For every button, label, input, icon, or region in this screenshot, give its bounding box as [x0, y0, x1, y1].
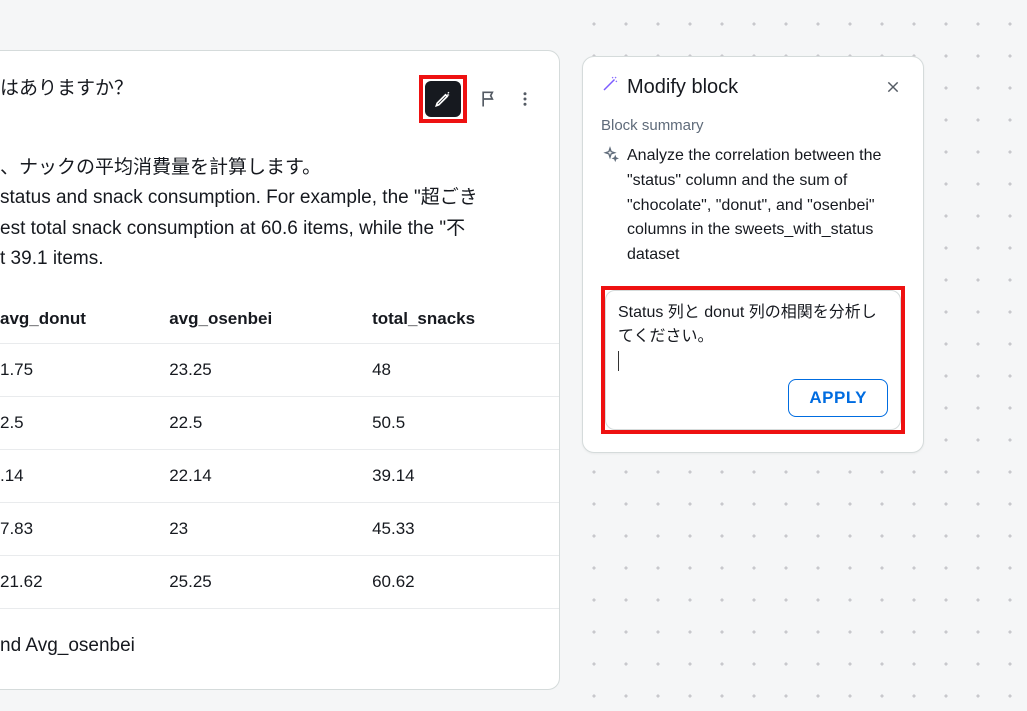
analysis-body-text: 、ナックの平均消費量を計算します。 status and snack consu…: [0, 123, 559, 295]
sparkle-icon: [601, 146, 619, 173]
table-header-row: avg_donut avg_osenbei total_snacks: [0, 295, 559, 344]
wand-icon: [601, 75, 619, 99]
cell: 60.62: [356, 555, 559, 608]
apply-button[interactable]: APPLY: [788, 379, 888, 417]
table-row: 21.62 25.25 60.62: [0, 555, 559, 608]
input-area-highlight: Status 列と donut 列の相関を分析してください。 APPLY: [601, 286, 905, 434]
panel-title-text: Modify block: [627, 76, 738, 99]
flag-icon: [479, 89, 499, 109]
block-summary-text: Analyze the correlation between the "sta…: [627, 144, 905, 268]
apply-row: APPLY: [618, 379, 888, 417]
panel-header: Modify block: [601, 75, 905, 99]
cell: 45.33: [356, 502, 559, 555]
modify-input-box: Status 列と donut 列の相関を分析してください。 APPLY: [605, 290, 901, 430]
table-row: 2.5 22.5 50.5: [0, 396, 559, 449]
cell: 23.25: [153, 343, 356, 396]
cell: 22.5: [153, 396, 356, 449]
close-icon: [885, 79, 901, 95]
col-total-snacks: total_snacks: [356, 295, 559, 344]
card-header-actions: [419, 75, 539, 123]
pencil-sparkle-icon: [433, 89, 453, 109]
analysis-card: はありますか？: [0, 50, 560, 690]
flag-button[interactable]: [475, 85, 503, 113]
edit-button-highlight: [419, 75, 467, 123]
table-row: 1.75 23.25 48: [0, 343, 559, 396]
cell: 23: [153, 502, 356, 555]
cell: 22.14: [153, 449, 356, 502]
modify-block-panel: Modify block Block summary Analyze the c…: [582, 56, 924, 453]
table-row: 7.83 23 45.33: [0, 502, 559, 555]
card-footer-text: nd Avg_osenbei: [0, 609, 559, 677]
table-row: .14 22.14 39.14: [0, 449, 559, 502]
modify-input[interactable]: Status 列と donut 列の相関を分析してください。: [618, 301, 888, 373]
card-header-text: はありますか？: [0, 75, 409, 104]
close-panel-button[interactable]: [881, 75, 905, 99]
block-summary-label: Block summary: [601, 117, 905, 134]
block-summary: Analyze the correlation between the "sta…: [601, 144, 905, 268]
cell: 2.5: [0, 396, 153, 449]
edit-block-button[interactable]: [425, 81, 461, 117]
cell: 7.83: [0, 502, 153, 555]
col-avg-donut: avg_donut: [0, 295, 153, 344]
cell: 39.14: [356, 449, 559, 502]
more-vertical-icon: [516, 90, 534, 108]
col-avg-osenbei: avg_osenbei: [153, 295, 356, 344]
cell: .14: [0, 449, 153, 502]
cell: 48: [356, 343, 559, 396]
modify-input-value: Status 列と donut 列の相関を分析してください。: [618, 304, 877, 345]
more-menu-button[interactable]: [511, 85, 539, 113]
card-header: はありますか？: [0, 51, 559, 123]
text-cursor: [618, 351, 619, 371]
results-table: avg_donut avg_osenbei total_snacks 1.75 …: [0, 295, 559, 609]
cell: 50.5: [356, 396, 559, 449]
cell: 25.25: [153, 555, 356, 608]
cell: 1.75: [0, 343, 153, 396]
cell: 21.62: [0, 555, 153, 608]
panel-title: Modify block: [601, 75, 738, 99]
